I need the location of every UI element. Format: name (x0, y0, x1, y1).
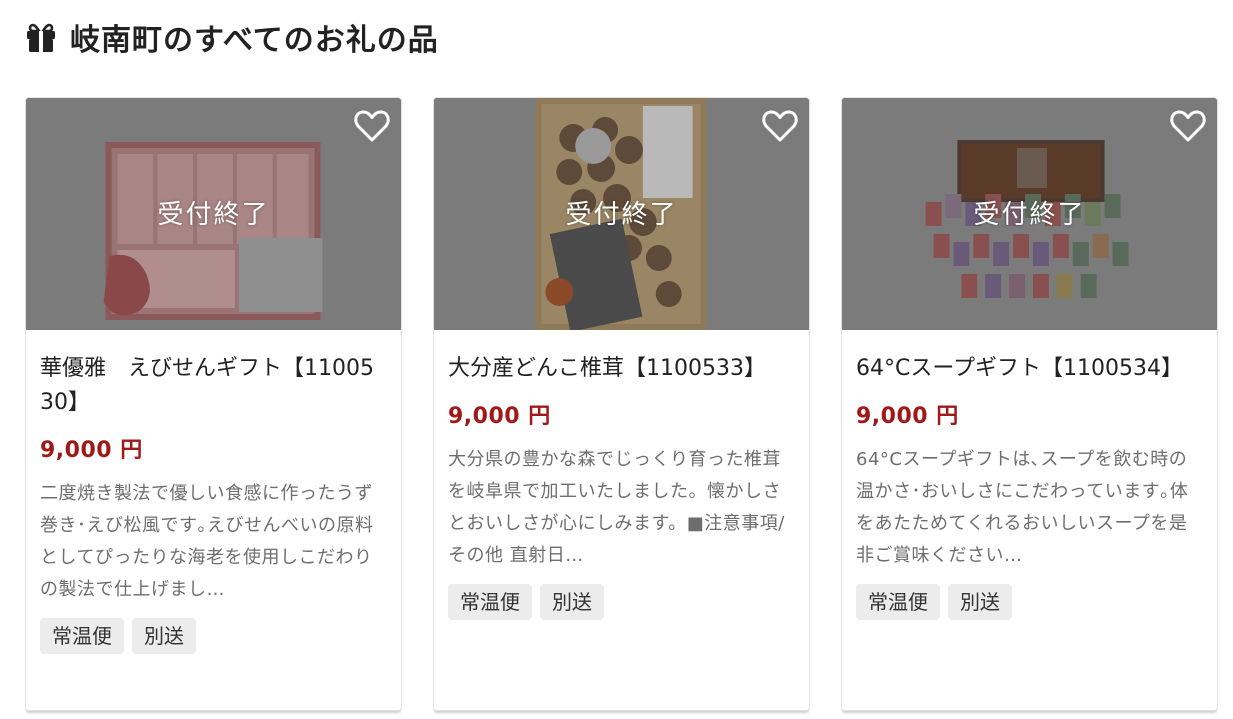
section-heading: 岐南町のすべてのお礼の品 (24, 14, 439, 60)
tag-delivery: 別送 (540, 584, 604, 620)
status-label: 受付終了 (565, 200, 678, 230)
product-image[interactable]: 受付終了 (26, 98, 401, 330)
product-price: 9,000 円 (448, 404, 551, 429)
product-description: 二度焼き製法で優しい食感に作ったうず巻き･えび松風です｡えびせんべいの原料として… (40, 483, 374, 600)
product-card[interactable]: 受付終了 華優雅 えびせんギフト【1100530】 9,000 円 二度焼き製法… (25, 97, 402, 711)
status-label: 受付終了 (973, 200, 1086, 230)
product-list: 受付終了 華優雅 えびせんギフト【1100530】 9,000 円 二度焼き製法… (25, 97, 1218, 711)
heart-outline-icon[interactable] (353, 108, 391, 144)
tag-shipping: 常温便 (856, 584, 940, 620)
tag-list: 常温便 別送 (856, 584, 1203, 620)
tag-list: 常温便 別送 (40, 618, 387, 654)
product-card[interactable]: 受付終了 大分産どんこ椎茸【1100533】 9,000 円 大分県の豊かな森で… (433, 97, 810, 711)
product-title[interactable]: 大分産どんこ椎茸【1100533】 (448, 352, 795, 386)
gift-icon (27, 23, 55, 52)
heart-outline-icon[interactable] (761, 108, 799, 144)
product-description: 大分県の豊かな森でじっくり育った椎茸を岐阜県で加工いたしました。懐かしさとおいし… (448, 449, 785, 566)
product-price: 9,000 円 (40, 438, 143, 463)
tag-list: 常温便 別送 (448, 584, 795, 620)
product-image[interactable]: 受付終了 (434, 98, 809, 330)
product-price: 9,000 円 (856, 404, 959, 429)
product-card-body: 64°Cスープギフト【1100534】 9,000 円 64°Cスープギフトは､… (842, 330, 1217, 620)
product-card[interactable]: 受付終了 64°Cスープギフト【1100534】 9,000 円 64°Cスープ… (841, 97, 1218, 711)
product-image[interactable]: 受付終了 (842, 98, 1217, 330)
heart-outline-icon[interactable] (1169, 108, 1207, 144)
tag-delivery: 別送 (132, 618, 196, 654)
tag-shipping: 常温便 (40, 618, 124, 654)
product-title[interactable]: 64°Cスープギフト【1100534】 (856, 352, 1203, 386)
tag-delivery: 別送 (948, 584, 1012, 620)
product-card-body: 大分産どんこ椎茸【1100533】 9,000 円 大分県の豊かな森でじっくり育… (434, 330, 809, 620)
status-label: 受付終了 (157, 200, 270, 230)
product-description: 64°Cスープギフトは､スープを飲む時の温かさ･おいしさにこだわっています｡体を… (856, 449, 1189, 566)
section-title: 岐南町のすべてのお礼の品 (70, 23, 439, 58)
product-title[interactable]: 華優雅 えびせんギフト【1100530】 (40, 352, 387, 420)
tag-shipping: 常温便 (448, 584, 532, 620)
page: 岐南町のすべてのお礼の品 受付終了 華優雅 えびせんギフト【1100530】 9… (0, 0, 1233, 719)
product-card-body: 華優雅 えびせんギフト【1100530】 9,000 円 二度焼き製法で優しい食… (26, 330, 401, 654)
